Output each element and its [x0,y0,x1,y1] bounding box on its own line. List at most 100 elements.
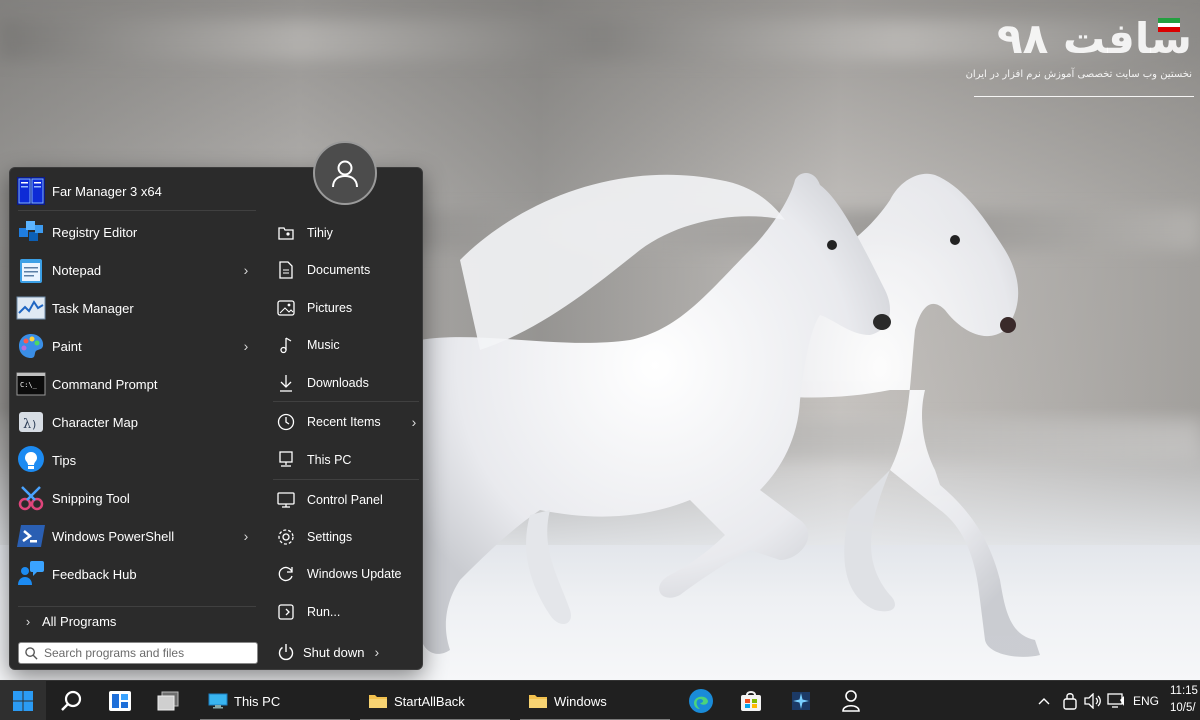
far-manager-icon [16,176,46,206]
search-taskbar-button[interactable] [52,681,92,720]
place-item-this-pc[interactable]: This PC [273,444,421,476]
place-item-label: Control Panel [307,493,383,507]
pinned-item-snipping-tool[interactable]: Snipping Tool [14,479,258,517]
chevron-right-icon[interactable]: › [238,262,254,278]
place-item-settings[interactable]: Settings [273,521,421,553]
front-horse [420,173,891,654]
snipping-tool-icon [16,483,46,513]
place-item-documents[interactable]: Documents [273,254,421,286]
taskbar-window-label: StartAllBack [394,693,465,709]
chevron-right-icon[interactable]: › [238,338,254,354]
divider [273,479,419,480]
white-horses-image [420,173,1040,657]
place-item-recent-items[interactable]: Recent Items › [273,406,421,438]
search-icon [61,690,82,711]
person-lock-icon [842,690,860,712]
input-language-indicator[interactable]: ENG [1133,681,1163,720]
chevron-right-icon[interactable]: › [407,414,421,430]
folder-icon [529,695,547,708]
place-item-windows-update[interactable]: Windows Update [273,558,421,590]
tray-overflow-button[interactable] [1036,681,1052,720]
pinned-item-registry-editor[interactable]: Registry Editor [14,213,258,251]
store-button[interactable] [732,681,770,720]
volume-tray-icon[interactable] [1083,681,1103,720]
task-view-button[interactable] [148,681,188,720]
pinned-item-paint[interactable]: Paint › [14,327,258,365]
tips-icon [16,445,46,475]
place-item-label: Tihiy [307,226,333,240]
chevron-right-icon: › [25,613,31,629]
pinned-item-notepad[interactable]: Notepad › [14,251,258,289]
windows-logo-icon [13,691,33,711]
start-button[interactable] [0,681,46,720]
place-item-tihiy[interactable]: Tihiy [273,217,421,249]
svg-text:C:\_: C:\_ [20,381,38,389]
taskbar-window-windows[interactable]: Windows [520,681,670,720]
shutdown-button[interactable]: Shut down › [273,640,421,664]
pinned-item-label: Windows PowerShell [52,528,175,544]
clock[interactable]: 11:15 10/5/ [1170,683,1200,717]
back-horse-eye [950,235,960,245]
divider [18,606,256,607]
taskbar-window-this-pc[interactable]: This PC [200,681,350,720]
registry-editor-icon [16,217,46,247]
place-item-label: Run... [307,605,341,619]
widgets-button[interactable] [100,681,140,720]
feedback-hub-icon [16,559,46,589]
pinned-item-label: Snipping Tool [52,490,130,506]
task-manager-icon [16,293,46,323]
all-programs-button[interactable]: › All Programs [14,608,258,634]
places-list: Tihiy Documents Pictures Music Downloads… [265,168,424,671]
watermark-subtitle: نخستین وب سایت تخصصی آموزش نرم افزار در … [965,69,1192,80]
place-item-label: This PC [307,453,352,467]
app-lock-button[interactable] [832,681,870,720]
paint-fx-button[interactable] [782,681,820,720]
pinned-item-label: Feedback Hub [52,566,137,582]
pinned-item-label: Task Manager [52,300,134,316]
security-tray-icon[interactable] [1060,681,1080,720]
pinned-item-powershell[interactable]: Windows PowerShell › [14,517,258,555]
edge-button[interactable] [682,681,720,720]
pinned-item-feedback-hub[interactable]: Feedback Hub [14,555,258,593]
pinned-item-tips[interactable]: Tips [14,441,258,479]
pinned-item-character-map[interactable]: λ) Character Map [14,403,258,441]
taskbar: This PC StartAllBack Windows ENG 11:15 1… [0,680,1200,720]
place-item-downloads[interactable]: Downloads [273,367,421,399]
notepad-icon [16,255,46,285]
pinned-item-command-prompt[interactable]: C:\_ Command Prompt [14,365,258,403]
place-item-label: Windows Update [307,567,402,581]
volume-icon [1084,693,1101,709]
search-box[interactable] [18,642,258,664]
folder-icon [369,695,387,708]
chevron-up-icon [1038,698,1050,705]
place-item-control-panel[interactable]: Control Panel [273,484,421,516]
pinned-item-task-manager[interactable]: Task Manager [14,289,258,327]
iran-flag-icon [1158,18,1180,32]
place-item-run[interactable]: Run... [273,596,421,628]
character-map-icon: λ) [16,407,46,437]
command-prompt-icon: C:\_ [16,369,46,399]
shutdown-label: Shut down [303,644,365,660]
downloads-icon [273,373,299,393]
edge-icon [689,689,713,713]
search-input[interactable] [44,646,244,660]
taskbar-window-label: This PC [234,693,281,709]
pinned-programs-list: Far Manager 3 x64 Registry Editor Notepa… [10,168,258,671]
place-item-music[interactable]: Music [273,329,421,361]
taskbar-window-startallback[interactable]: StartAllBack [360,681,510,720]
place-item-label: Downloads [307,376,369,390]
chevron-right-icon[interactable]: › [238,528,254,544]
place-item-pictures[interactable]: Pictures [273,292,421,324]
chevron-right-icon[interactable]: › [374,644,379,660]
network-tray-icon[interactable] [1106,681,1126,720]
divider [273,401,419,402]
place-item-label: Settings [307,530,353,544]
run-icon [273,602,299,622]
pinned-item-label: Tips [52,452,77,468]
pinned-item-label: Far Manager 3 x64 [52,183,162,199]
pinned-item-far-manager[interactable]: Far Manager 3 x64 [14,172,258,210]
powershell-icon [16,521,46,551]
divider [18,210,256,211]
this-pc-icon [273,450,299,470]
pinned-item-label: Paint [52,338,82,354]
